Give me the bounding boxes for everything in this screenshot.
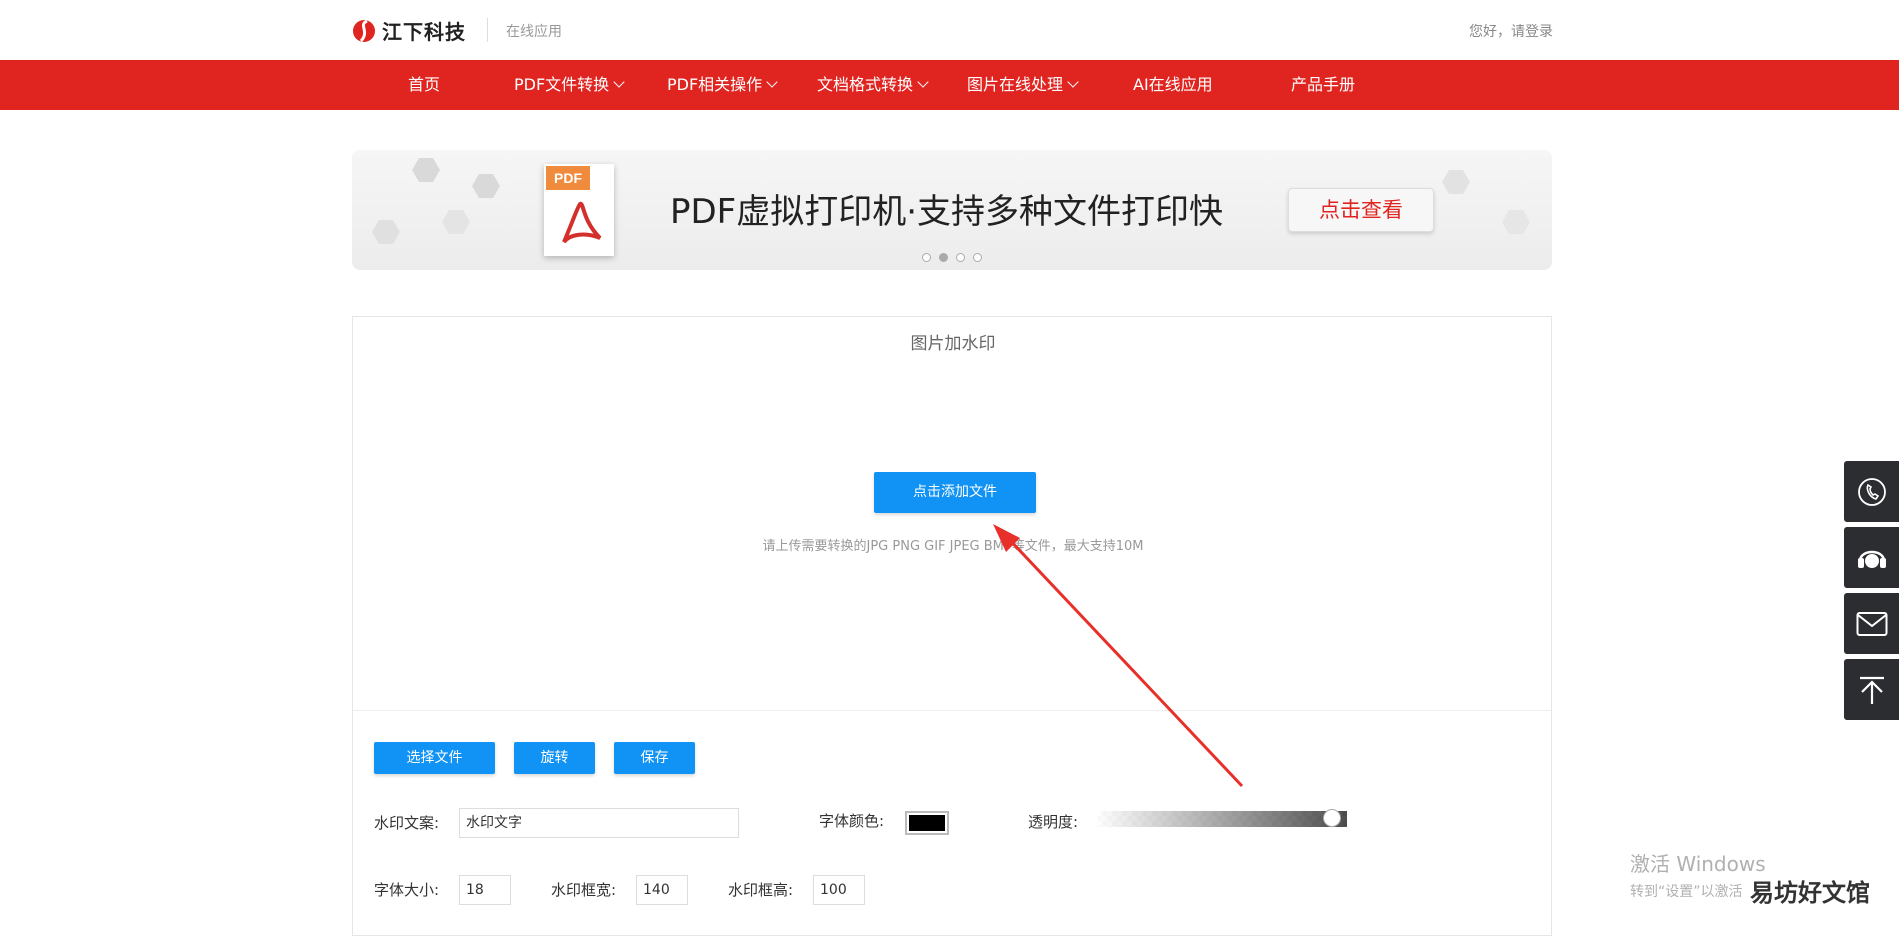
nav-item-doc-convert[interactable]: 文档格式转换 — [817, 60, 929, 110]
windows-activation-subtitle: 转到“设置”以激活 — [1630, 884, 1743, 900]
headset-icon — [1857, 550, 1886, 568]
nav-item-ai[interactable]: AI在线应用 — [1133, 60, 1213, 110]
divider — [353, 710, 1551, 711]
decor-hex — [1502, 210, 1530, 234]
font-size-label: 字体大小: — [374, 881, 440, 899]
add-file-button[interactable]: 点击添加文件 — [874, 472, 1036, 513]
carousel-dots — [922, 253, 982, 262]
carousel-dot[interactable] — [973, 253, 982, 262]
box-height-label: 水印框高: — [728, 881, 794, 899]
back-to-top-button[interactable] — [1844, 659, 1899, 720]
select-file-button[interactable]: 选择文件 — [374, 742, 495, 774]
floating-sidebar — [1844, 461, 1899, 725]
watermark-text-input[interactable]: 水印文字 — [459, 808, 739, 838]
mail-button[interactable] — [1844, 593, 1899, 654]
opacity-label: 透明度: — [1028, 813, 1079, 831]
brand-name: 江下科技 — [382, 20, 466, 44]
box-width-label: 水印框宽: — [551, 881, 617, 899]
watermark-panel: 图片加水印 点击添加文件 请上传需要转换的JPG PNG GIF JPEG BM… — [352, 316, 1552, 936]
promo-banner[interactable]: PDF PDF虚拟打印机·支持多种文件打印快 点击查看 — [352, 150, 1552, 270]
acrobat-icon — [562, 202, 602, 244]
back-to-top-icon — [1859, 676, 1884, 704]
source-watermark: 易坊好文馆 — [1750, 873, 1870, 908]
windows-activation-notice: 激活 Windows 转到“设置”以激活 — [1630, 848, 1766, 901]
panel-title: 图片加水印 — [910, 334, 996, 354]
box-height-input[interactable]: 100 — [813, 875, 865, 905]
nav-item-home[interactable]: 首页 — [408, 60, 440, 110]
nav-item-pdf-convert[interactable]: PDF文件转换 — [514, 60, 625, 110]
chevron-down-icon — [766, 76, 778, 88]
nav-item-image[interactable]: 图片在线处理 — [967, 60, 1079, 110]
decor-hex — [1442, 170, 1470, 194]
chevron-down-icon — [1067, 76, 1079, 88]
login-link[interactable]: 您好，请登录 — [1469, 21, 1553, 41]
chevron-down-icon — [613, 76, 625, 88]
decor-hex — [442, 210, 470, 234]
upload-hint: 请上传需要转换的JPG PNG GIF JPEG BMP等文件，最大支持10M — [762, 539, 1144, 554]
box-width-input[interactable]: 140 — [636, 875, 688, 905]
windows-activation-title: 激活 Windows — [1630, 852, 1766, 876]
main-nav: 首页 PDF文件转换 PDF相关操作 文档格式转换 图片在线处理 AI在线应用 … — [0, 60, 1899, 110]
opacity-slider-handle[interactable] — [1323, 809, 1341, 827]
font-color-label: 字体颜色: — [819, 812, 885, 830]
phone-icon — [1857, 477, 1886, 506]
logo[interactable]: 江下科技 — [352, 16, 466, 45]
nav-item-pdf-ops[interactable]: PDF相关操作 — [667, 60, 778, 110]
decor-hex — [372, 220, 400, 244]
opacity-slider[interactable] — [1097, 811, 1347, 827]
chevron-down-icon — [917, 76, 929, 88]
decor-hex — [472, 174, 500, 198]
brand-subtitle: 在线应用 — [506, 24, 562, 40]
nav-item-manual[interactable]: 产品手册 — [1291, 60, 1355, 110]
banner-view-button[interactable]: 点击查看 — [1288, 188, 1434, 232]
rotate-button[interactable]: 旋转 — [514, 742, 595, 774]
watermark-text-label: 水印文案: — [374, 814, 440, 832]
phone-button[interactable] — [1844, 461, 1899, 522]
logo-icon — [353, 19, 375, 42]
font-color-swatch — [909, 815, 945, 831]
save-button[interactable]: 保存 — [614, 742, 695, 774]
pdf-tag: PDF — [546, 166, 590, 190]
font-color-picker[interactable] — [905, 811, 949, 835]
carousel-dot[interactable] — [922, 253, 931, 262]
top-bar: 江下科技 在线应用 您好，请登录 — [0, 0, 1899, 60]
decor-hex — [412, 158, 440, 182]
banner-title: PDF虚拟打印机·支持多种文件打印快 — [670, 192, 1224, 232]
mail-icon — [1856, 611, 1887, 636]
divider — [487, 18, 488, 42]
carousel-dot[interactable] — [956, 253, 965, 262]
carousel-dot-active[interactable] — [939, 253, 948, 262]
font-size-input[interactable]: 18 — [459, 875, 511, 905]
customer-service-button[interactable] — [1844, 527, 1899, 588]
